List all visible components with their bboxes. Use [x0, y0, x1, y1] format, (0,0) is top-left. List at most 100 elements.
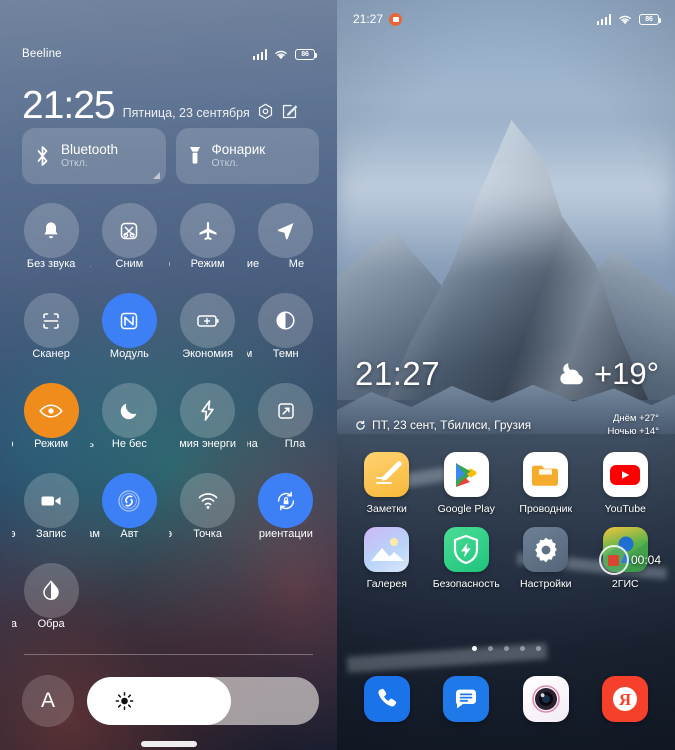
toggle-nfc-label: Модуль — [109, 348, 149, 360]
toggle-shazam-labels: ам Авт — [90, 528, 168, 544]
toggle-rotation-lock-labels: риентации — [247, 528, 325, 544]
toggle-screenshot[interactable]: а Сним — [90, 203, 168, 293]
carrier-label: Beeline — [22, 48, 62, 60]
weather-widget-clock[interactable]: 21:27 — [355, 355, 440, 393]
toggle-location-labels: ние Ме — [247, 258, 325, 274]
toggle-rotation-lock[interactable]: риентации — [247, 473, 325, 563]
file-manager-folder-icon — [523, 452, 569, 497]
brightness-slider-fill — [87, 677, 231, 725]
app-file-manager[interactable]: Проводник — [506, 452, 586, 515]
primary-tiles: Bluetooth Откл. Фонарик Откл. — [22, 128, 319, 184]
toggle-nfc[interactable]: Модуль — [90, 293, 168, 383]
weather-night-low: Ночью +14° — [607, 426, 659, 438]
page-dot-1[interactable] — [471, 646, 477, 651]
toggle-row-5: та Обра — [12, 563, 325, 653]
toggle-scanner-label: Сканер — [32, 348, 70, 360]
toggle-battery-saver-labels: Экономия — [169, 348, 247, 364]
svg-text:Я: Я — [619, 690, 631, 709]
toggle-battery-saver[interactable]: Экономия — [169, 293, 247, 383]
battery-level: 86 — [645, 15, 653, 23]
dual-phone-screenshot: Beeline 86 21:25 Пятница, 23 сентября Bl… — [0, 0, 675, 750]
app-notes-label: Заметки — [366, 503, 407, 515]
app-gallery-label: Галерея — [366, 578, 407, 590]
settings-gear-icon[interactable] — [257, 103, 274, 120]
toggle-empty-2 — [169, 563, 247, 653]
wifi-icon — [619, 15, 631, 24]
left-status-bar: Beeline 86 — [0, 44, 337, 64]
bluetooth-expand-corner-icon[interactable] — [152, 172, 160, 179]
dock-yandex[interactable]: Я — [586, 676, 666, 722]
bell-mute-icon — [23, 203, 79, 258]
dark-mode-contrast-icon — [258, 293, 314, 348]
app-gallery[interactable]: Галерея — [347, 527, 427, 590]
messages-icon — [443, 676, 490, 722]
toggle-row-1: Без звука а Сним — [12, 203, 325, 293]
toggle-silent[interactable]: Без звука — [12, 203, 90, 293]
screen-recorder-floating-widget[interactable]: 00:04 — [598, 545, 661, 575]
app-2gis[interactable]: 2ГИС 00:04 — [586, 527, 666, 590]
home-gesture-pill[interactable] — [140, 741, 197, 747]
app-google-play[interactable]: Google Play — [427, 452, 507, 515]
toggle-location[interactable]: ние Ме — [247, 203, 325, 293]
toggle-hotspot[interactable]: э Точка — [169, 473, 247, 563]
app-settings[interactable]: Настройки — [506, 527, 586, 590]
security-shield-icon — [443, 527, 489, 572]
toggle-dark-mode[interactable]: м Темн — [247, 293, 325, 383]
edit-pencil-icon[interactable] — [281, 103, 298, 120]
scan-frame-icon — [23, 293, 79, 348]
weather-location-label: ПТ, 23 сент, Тбилиси, Грузия — [372, 418, 532, 432]
app-notes[interactable]: Заметки — [347, 452, 427, 515]
page-dot-2[interactable] — [487, 646, 493, 651]
toggle-silent-label: Без звука — [26, 258, 76, 270]
app-youtube[interactable]: YouTube — [586, 452, 666, 515]
control-center-header: 21:25 Пятница, 23 сентября — [22, 86, 319, 125]
toggle-airplane[interactable]: э Режим — [169, 203, 247, 293]
bluetooth-tile[interactable]: Bluetooth Откл. — [22, 128, 166, 184]
panel-divider — [24, 654, 313, 655]
toggle-hotspot-labels: э Точка — [169, 528, 247, 544]
google-play-icon — [443, 452, 489, 497]
toggle-hotspot-label-left: э — [168, 528, 173, 540]
page-dot-4[interactable] — [519, 646, 525, 651]
toggle-empty-3 — [247, 563, 325, 653]
app-grid: Заметки Google Play Проводник YouTube Га… — [337, 452, 675, 602]
dock-messages[interactable] — [427, 676, 507, 722]
toggle-reading-mode[interactable]: э Режим — [12, 383, 90, 473]
invert-colors-drop-icon — [23, 563, 79, 618]
flashlight-icon — [189, 147, 200, 164]
auto-brightness-button[interactable]: A — [22, 675, 74, 727]
toggle-shazam[interactable]: ам Авт — [90, 473, 168, 563]
toggle-dnd-label: Не бес — [111, 438, 147, 450]
dock-camera[interactable] — [506, 676, 586, 722]
toggle-invert-colors[interactable]: та Обра — [12, 563, 90, 653]
page-dot-5[interactable] — [535, 646, 541, 651]
page-indicator — [337, 646, 675, 651]
toggle-screen-record-label: Запис — [35, 528, 67, 540]
dock-phone[interactable] — [347, 676, 427, 722]
flashlight-tile-status: Откл. — [211, 157, 239, 170]
status-time-label: 21:27 — [353, 12, 384, 26]
toggle-airplane-labels: э Режим — [169, 258, 247, 274]
toggle-scanner[interactable]: Сканер — [12, 293, 90, 383]
weather-location-row[interactable]: ПТ, 23 сент, Тбилиси, Грузия — [355, 418, 531, 432]
brightness-slider[interactable] — [87, 677, 319, 725]
toggle-floating-window[interactable]: кна Пла — [247, 383, 325, 473]
toggle-dnd[interactable]: ь Не бес — [90, 383, 168, 473]
toggle-row-4: э Запис ам Авт — [12, 473, 325, 563]
record-stop-icon[interactable] — [598, 545, 629, 575]
battery-icon: 86 — [295, 48, 318, 60]
app-row-1: Заметки Google Play Проводник YouTube — [337, 452, 675, 515]
app-security[interactable]: Безопасность — [427, 527, 507, 590]
toggle-screen-record[interactable]: э Запис — [12, 473, 90, 563]
left-navigation-bar — [0, 736, 337, 750]
toggle-dnd-label-left: ь — [90, 438, 94, 450]
toggle-power-saving[interactable]: мия энерги — [169, 383, 247, 473]
flashlight-tile[interactable]: Фонарик Откл. — [175, 128, 319, 184]
battery-saver-icon — [180, 293, 236, 348]
notes-icon — [364, 452, 410, 497]
airplane-icon — [180, 203, 236, 258]
toggle-reading-mode-label-left: э — [12, 438, 14, 450]
page-dot-3[interactable] — [503, 646, 509, 651]
screen-record-camcorder-icon — [23, 473, 79, 528]
weather-widget-temperature-group[interactable]: +19° — [555, 356, 659, 392]
